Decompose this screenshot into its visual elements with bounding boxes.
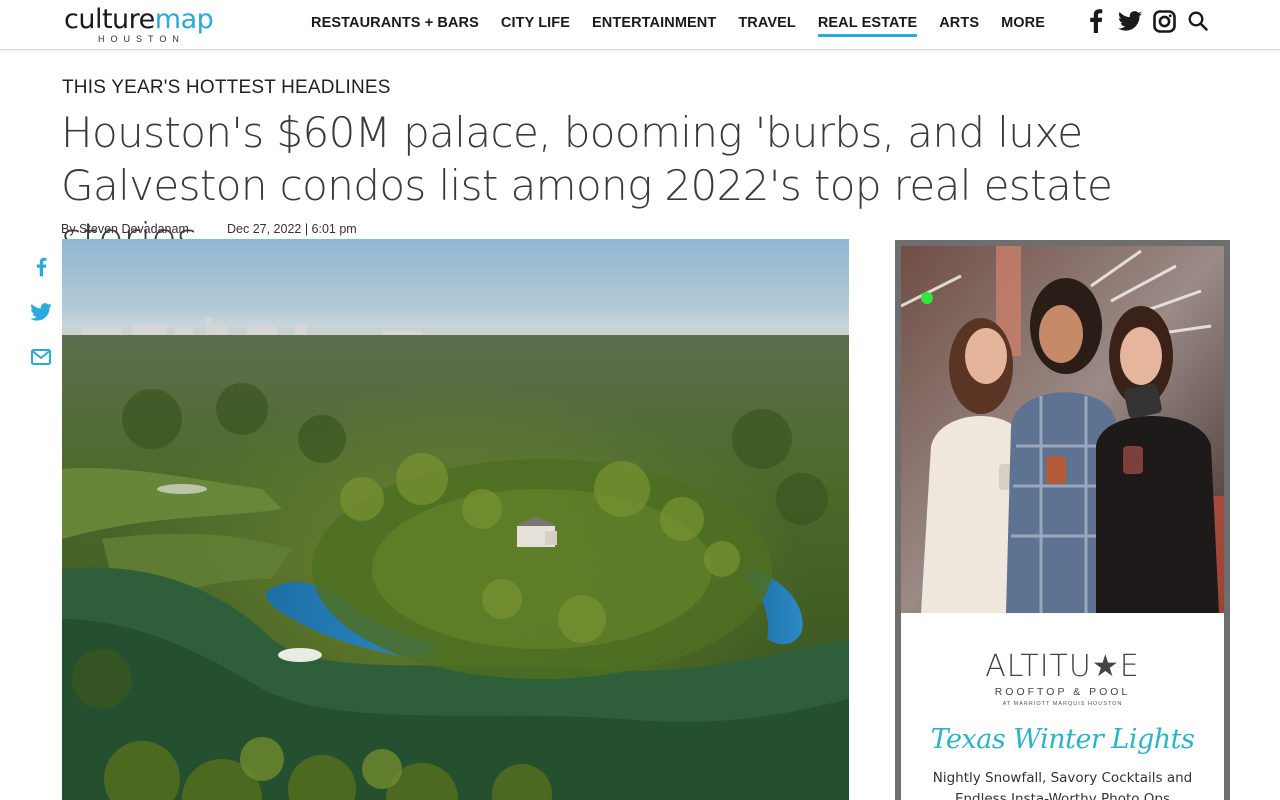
- nav-restaurants-bars[interactable]: RESTAURANTS + BARS: [300, 0, 490, 50]
- nav-entertainment[interactable]: ENTERTAINMENT: [581, 0, 727, 50]
- nav-travel[interactable]: TRAVEL: [727, 0, 807, 50]
- publish-date: Dec 27, 2022 | 6:01 pm: [227, 222, 357, 236]
- author-link[interactable]: By Steven Devadanam: [61, 222, 189, 236]
- ad-photo: [901, 246, 1224, 613]
- ad-brand-location: AT MARRIOTT MARQUIS HOUSTON: [1002, 701, 1123, 707]
- article-kicker: THIS YEAR'S HOTTEST HEADLINES: [62, 77, 391, 98]
- hero-photo[interactable]: [62, 239, 849, 800]
- nav-city-life[interactable]: CITY LIFE: [490, 0, 581, 50]
- site-logo[interactable]: culturemap HOUSTON: [64, 5, 229, 45]
- ad-brand-sub: ROOFTOP & POOL: [994, 686, 1131, 698]
- facebook-icon[interactable]: [1084, 8, 1108, 34]
- nav-arts[interactable]: ARTS: [928, 0, 990, 50]
- site-header: culturemap HOUSTON RESTAURANTS + BARS CI…: [0, 0, 1280, 50]
- share-bar: [28, 254, 54, 389]
- ad-creative: ALTITU★E ROOFTOP & POOL AT MARRIOTT MARQ…: [901, 246, 1224, 800]
- logo-wordmark: culturemap: [64, 4, 214, 35]
- instagram-icon[interactable]: [1152, 8, 1176, 34]
- main-nav: RESTAURANTS + BARS CITY LIFE ENTERTAINME…: [300, 0, 1056, 50]
- ad-copy: Nightly Snowfall, Savory Cocktails and E…: [901, 768, 1224, 800]
- share-facebook-icon[interactable]: [28, 254, 54, 280]
- ad-copy-line-2: Endless Insta-Worthy Photo Ops: [954, 791, 1171, 800]
- ad-brand: ALTITU★E: [985, 649, 1140, 684]
- share-email-icon[interactable]: [28, 344, 54, 370]
- search-icon[interactable]: [1186, 8, 1210, 34]
- sidebar-ad[interactable]: ALTITU★E ROOFTOP & POOL AT MARRIOTT MARQ…: [895, 240, 1230, 800]
- header-social: [1084, 8, 1210, 34]
- share-twitter-icon[interactable]: [28, 299, 54, 325]
- ad-script-heading: Texas Winter Lights: [930, 724, 1195, 755]
- nav-real-estate[interactable]: REAL ESTATE: [807, 0, 928, 50]
- nav-more[interactable]: MORE: [990, 0, 1056, 50]
- twitter-icon[interactable]: [1118, 8, 1142, 34]
- ad-copy-line-1: Nightly Snowfall, Savory Cocktails and: [932, 770, 1193, 786]
- article-byline: By Steven Devadanam Dec 27, 2022 | 6:01 …: [61, 222, 357, 236]
- logo-city: HOUSTON: [98, 34, 185, 44]
